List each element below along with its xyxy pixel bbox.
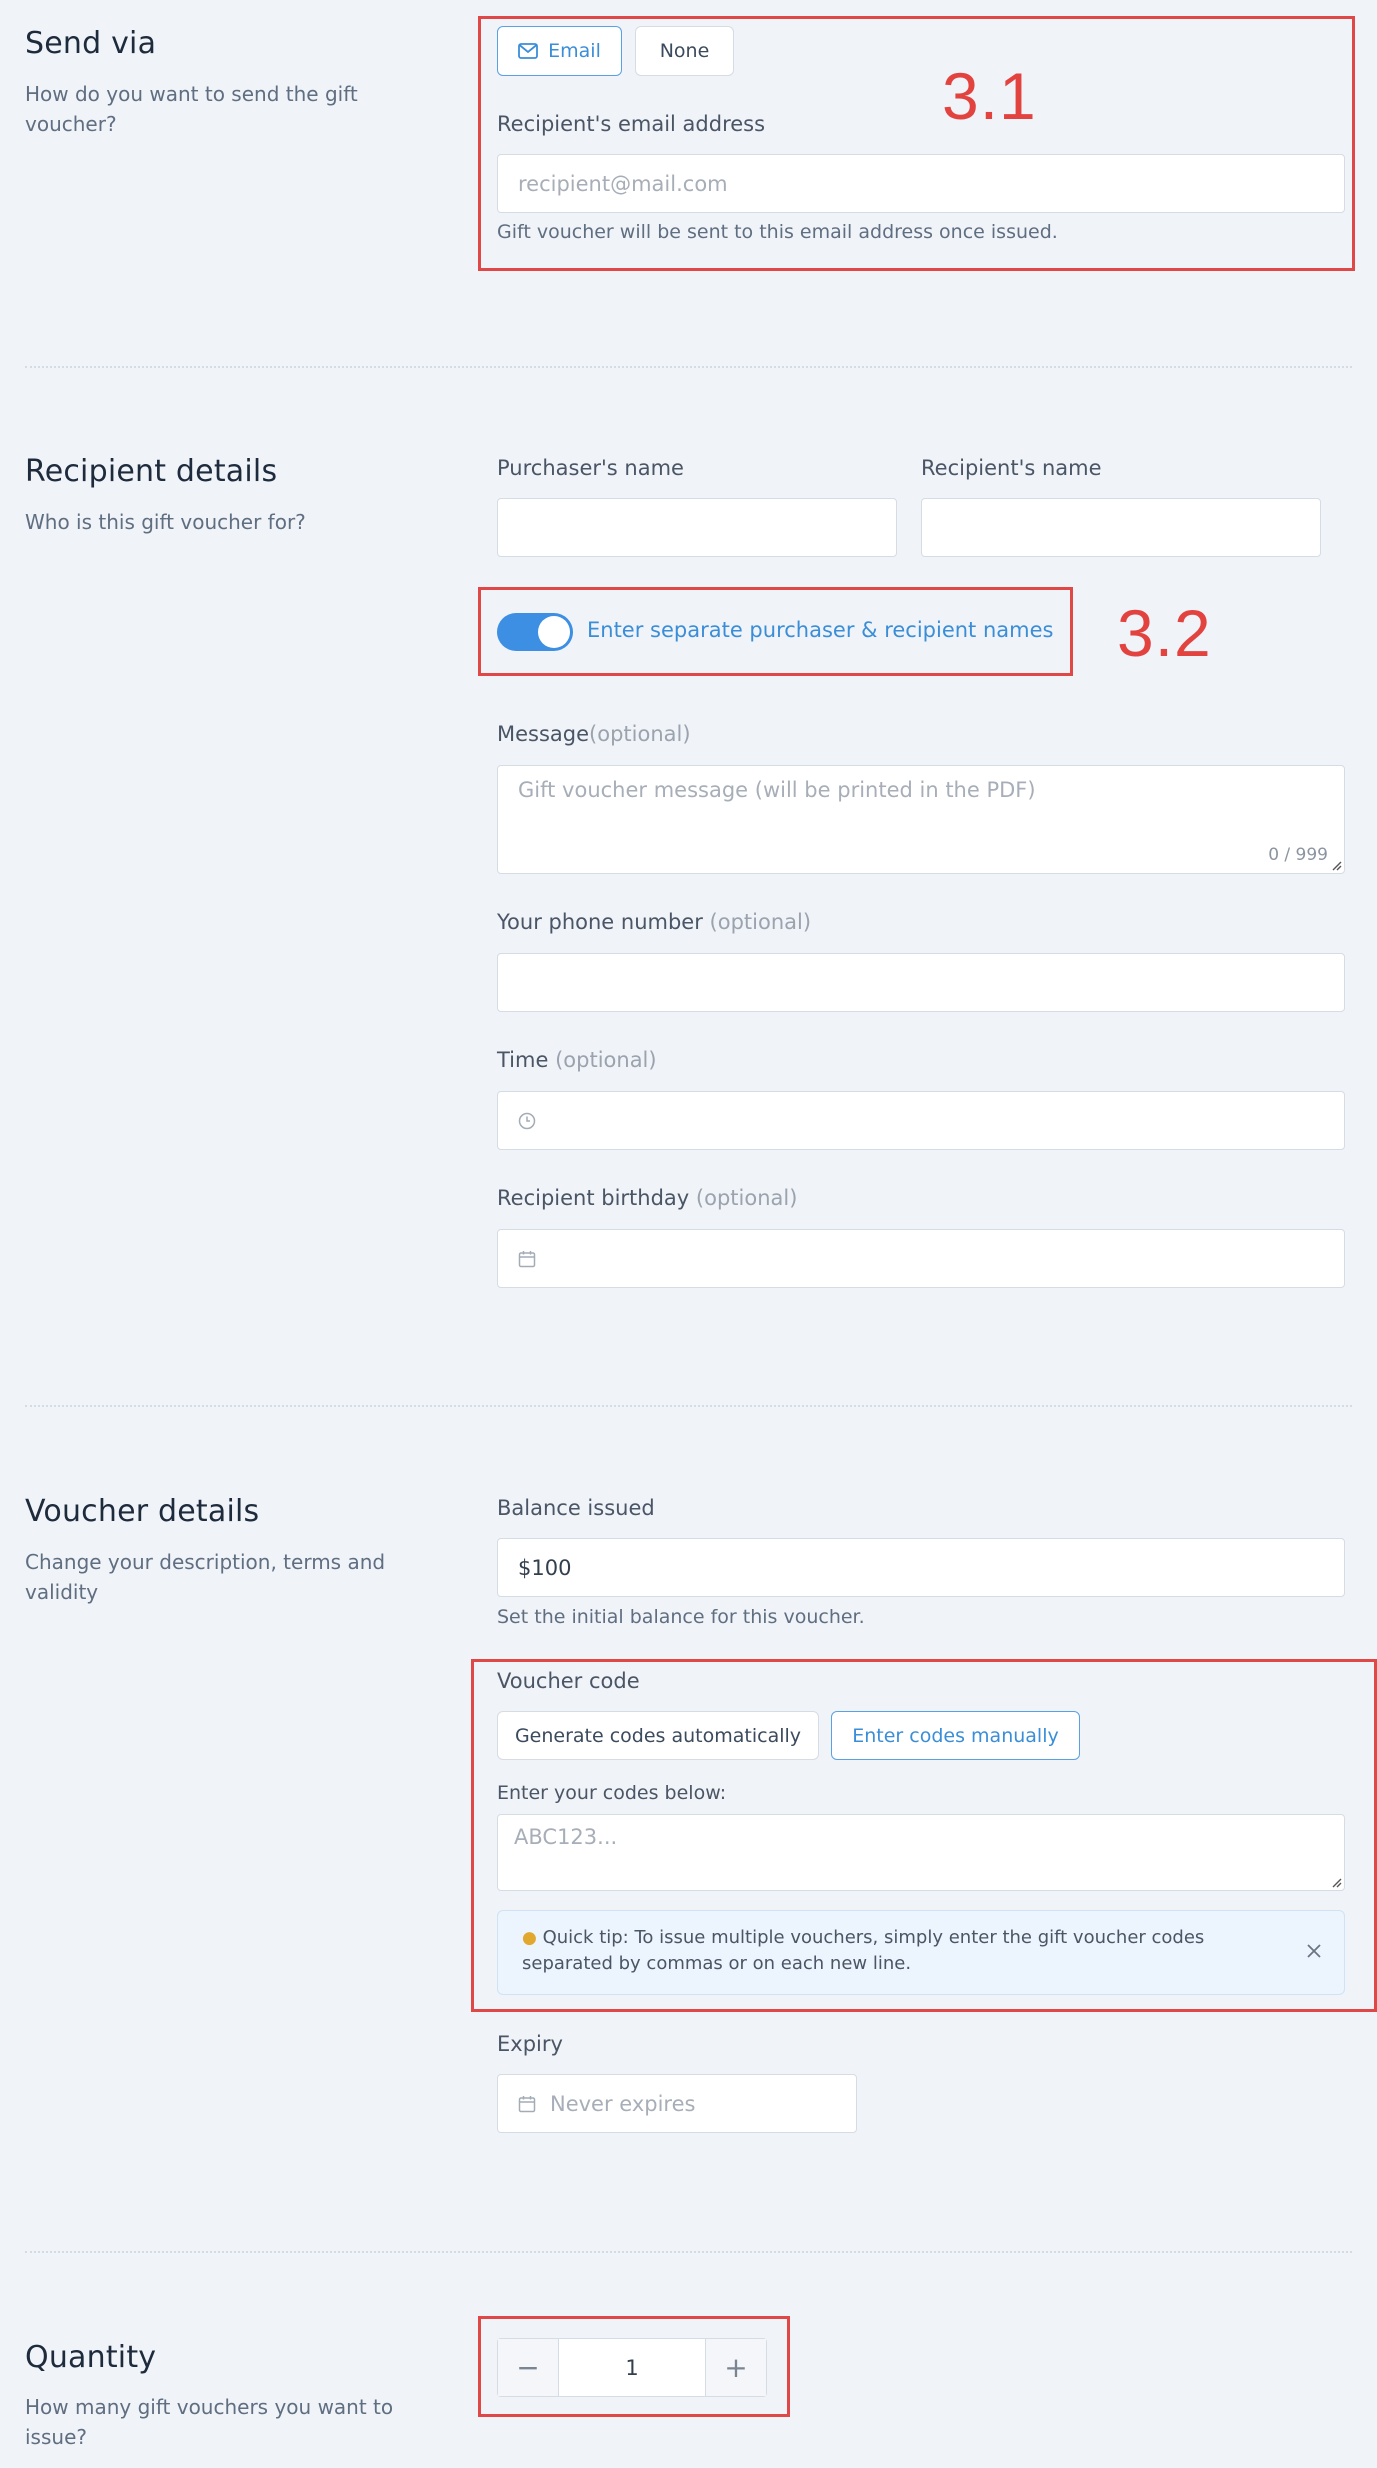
recipient-name-label: Recipient's name	[921, 456, 1102, 480]
send-via-description: How do you want to send the gift voucher…	[25, 82, 358, 136]
annotation-box-voucher-code	[471, 1659, 1377, 2012]
purchaser-name-label: Purchaser's name	[497, 456, 684, 480]
annotation-label-3-2: 3.2	[1117, 596, 1212, 670]
time-input[interactable]	[497, 1091, 1345, 1150]
phone-optional: (optional)	[709, 910, 812, 934]
birthday-label: Recipient birthday (optional)	[497, 1186, 797, 1210]
section-divider	[25, 366, 1352, 368]
message-label-text: Message	[497, 722, 590, 746]
message-textarea[interactable]: Gift voucher message (will be printed in…	[497, 765, 1345, 874]
phone-label: Your phone number (optional)	[497, 910, 811, 934]
birthday-optional: (optional)	[695, 1186, 798, 1210]
calendar-icon	[518, 2095, 536, 2112]
section-divider	[25, 2251, 1352, 2253]
send-via-title: Send via	[25, 26, 157, 61]
time-label-text: Time	[497, 1048, 549, 1072]
message-optional: (optional)	[589, 722, 691, 746]
voucher-details-description: Change your description, terms and valid…	[25, 1550, 386, 1604]
phone-label-text: Your phone number	[497, 910, 703, 934]
recipient-details-title: Recipient details	[25, 454, 278, 489]
time-optional: (optional)	[555, 1048, 657, 1072]
balance-help-text: Set the initial balance for this voucher…	[497, 1606, 865, 1628]
balance-input[interactable]: $100	[497, 1538, 1345, 1597]
annotation-box-3-2	[478, 587, 1073, 676]
clock-icon	[518, 1112, 536, 1129]
resize-handle-icon[interactable]	[1330, 859, 1342, 871]
birthday-input[interactable]	[497, 1229, 1345, 1288]
section-divider	[25, 1405, 1352, 1407]
phone-input[interactable]	[497, 953, 1345, 1012]
recipient-name-input[interactable]	[921, 498, 1321, 557]
quantity-description: How many gift vouchers you want to issue…	[25, 2395, 394, 2449]
message-counter: 0 / 999	[1268, 845, 1328, 865]
recipient-details-description: Who is this gift voucher for?	[25, 510, 306, 534]
birthday-label-text: Recipient birthday	[497, 1186, 690, 1210]
expiry-input[interactable]: Never expires	[497, 2074, 857, 2133]
expiry-placeholder: Never expires	[550, 2091, 696, 2116]
balance-label: Balance issued	[497, 1496, 655, 1520]
expiry-label: Expiry	[497, 2032, 563, 2056]
time-label: Time (optional)	[497, 1048, 657, 1072]
message-label: Message(optional)	[497, 722, 691, 746]
annotation-box-quantity	[478, 2316, 790, 2417]
balance-value: $100	[518, 1555, 572, 1580]
quantity-title: Quantity	[25, 2340, 157, 2375]
annotation-label-3-1: 3.1	[942, 59, 1037, 133]
purchaser-name-input[interactable]	[497, 498, 897, 557]
message-placeholder: Gift voucher message (will be printed in…	[518, 778, 1036, 802]
voucher-details-title: Voucher details	[25, 1494, 260, 1529]
annotation-box-3-1	[478, 16, 1355, 271]
calendar-icon	[518, 1250, 536, 1267]
